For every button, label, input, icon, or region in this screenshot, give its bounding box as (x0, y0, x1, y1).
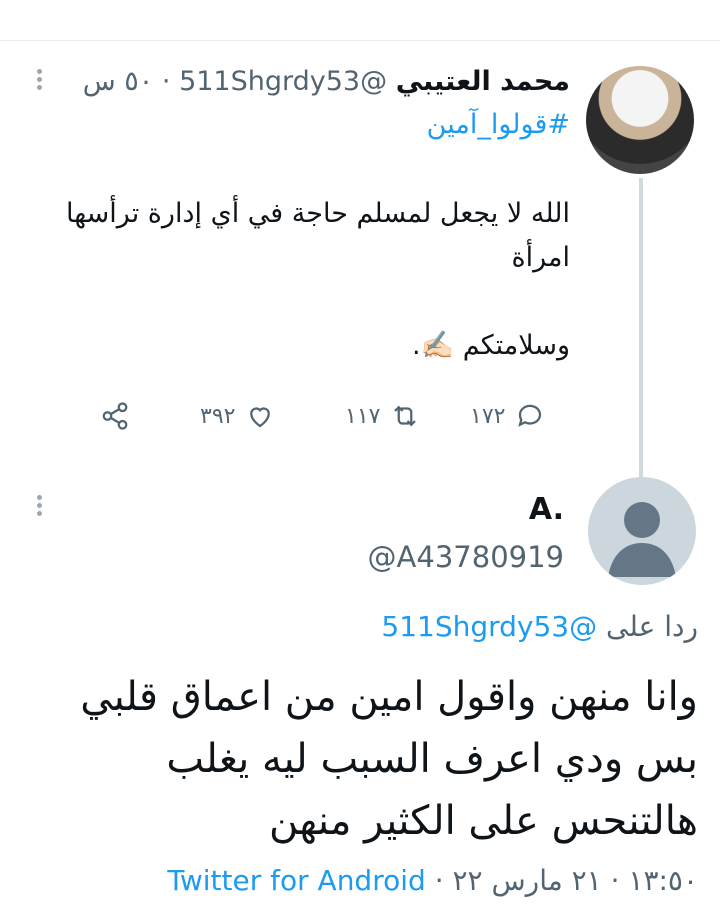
top-divider (0, 40, 720, 41)
avatar[interactable] (588, 477, 696, 585)
display-name[interactable]: A. (529, 492, 564, 527)
replying-prefix: ردا على (606, 610, 698, 643)
separator: · (434, 864, 444, 897)
like-button[interactable]: ٣٩٢ (200, 396, 275, 436)
default-avatar-icon (608, 502, 676, 577)
retweet-button[interactable]: ١١٧ (345, 396, 420, 436)
more-icon[interactable] (30, 492, 48, 522)
tweet-header: محمد العتيبي @511Shgrdy53 · ٥٠ س (83, 64, 570, 100)
source-link[interactable]: Twitter for Android (167, 864, 425, 897)
tweet-text: الله لا يجعل لمسلم حاجة في أي إدارة ترأس… (66, 198, 570, 361)
reply-count: ١٧٢ (470, 403, 506, 429)
reply-button[interactable]: ١٧٢ (470, 396, 545, 436)
tweet-actions: ٣٩٢ ١١٧ ١٧٢ (100, 396, 570, 436)
separator: · (161, 66, 171, 97)
avatar[interactable] (586, 66, 694, 174)
timestamp[interactable]: ٥٠ س (83, 66, 154, 97)
more-icon[interactable] (30, 66, 48, 96)
thread-line (639, 178, 643, 478)
share-button[interactable] (100, 396, 130, 436)
replying-to: ردا على @511Shgrdy53 (381, 610, 698, 643)
tweet-timestamp[interactable]: ١٣:٥٠ · ٢١ مارس ٢٢ (453, 864, 698, 897)
retweet-icon (394, 405, 417, 427)
retweet-count: ١١٧ (345, 403, 381, 429)
tweet-meta: ١٣:٥٠ · ٢١ مارس ٢٢ · Twitter for Android (167, 864, 698, 897)
like-icon (250, 407, 271, 428)
display-name[interactable]: محمد العتيبي (396, 66, 570, 97)
like-count: ٣٩٢ (200, 403, 236, 429)
handle[interactable]: @511Shgrdy53 (179, 66, 387, 97)
reply-icon (518, 404, 542, 427)
tweet-text: وانا منهن واقول امين من اعماق قلبي بس ود… (80, 674, 698, 844)
share-icon (102, 402, 128, 430)
hashtag-link[interactable]: #قولوا_آمين (427, 106, 570, 144)
mention-link[interactable]: @511Shgrdy53 (381, 610, 597, 643)
handle[interactable]: @A43780919 (368, 540, 564, 574)
